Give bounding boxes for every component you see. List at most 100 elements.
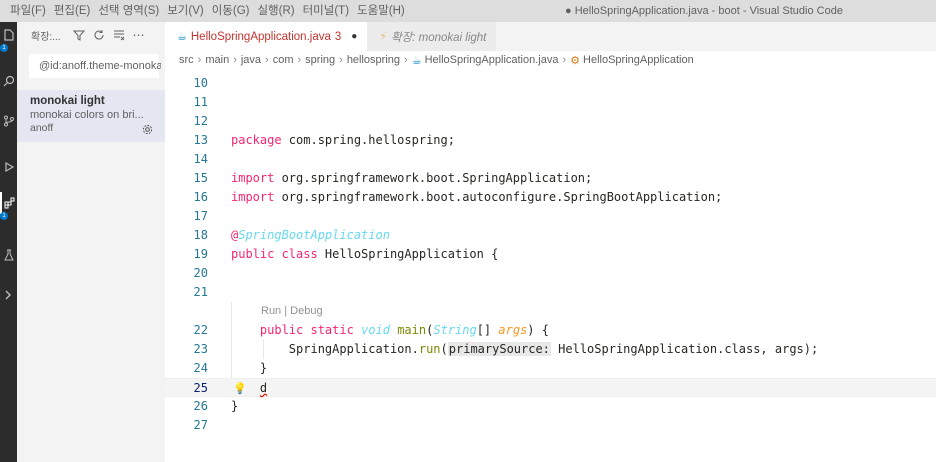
import-path: org.springframework.boot.autoconfigure.S… <box>274 190 723 204</box>
chevron-right-icon: › <box>233 54 237 66</box>
filter-icon[interactable] <box>72 29 85 41</box>
line-number: 18 <box>193 228 208 242</box>
code-line: 23 SpringApplication.run(primarySource: … <box>165 340 936 359</box>
menu-go[interactable]: 이동(G) <box>208 0 254 22</box>
gear-icon[interactable] <box>142 124 153 138</box>
line-number: 22 <box>193 323 208 337</box>
punctuation: ) { <box>527 323 549 337</box>
tab-extension-monokai-light[interactable]: ⚡ 확장: monokai light <box>367 22 497 51</box>
source-control-icon[interactable] <box>0 110 17 132</box>
tab-label: HelloSpringApplication.java <box>190 30 331 43</box>
type-name: String <box>433 323 477 337</box>
chevron-right-icon: › <box>297 54 302 66</box>
code-line: 18 @SpringBootApplication <box>165 226 936 245</box>
keyword: public static <box>259 323 354 337</box>
codelens-line: Run | Debug <box>165 303 936 319</box>
testing-icon[interactable] <box>0 244 17 266</box>
breadcrumb-class[interactable]: HelloSpringApplication <box>583 54 694 66</box>
run-debug-codelens[interactable]: Run | Debug <box>261 303 323 319</box>
chevron-right-icon: › <box>562 54 567 66</box>
line-number: 14 <box>193 152 208 166</box>
code-line: 15 import org.springframework.boot.Spring… <box>165 169 936 188</box>
chevron-right-icon: › <box>197 54 202 66</box>
keyword-void: void <box>361 323 390 337</box>
chevron-right-icon: › <box>404 54 408 66</box>
menu-edit[interactable]: 편집(E) <box>50 0 95 22</box>
explorer-badge: 1 <box>0 44 8 52</box>
method-name: main <box>397 323 427 337</box>
breadcrumb-spring[interactable]: spring <box>305 54 335 66</box>
clear-results-icon[interactable] <box>113 29 125 41</box>
call-arguments: HelloSpringApplication.class, args); <box>550 342 819 356</box>
menu-run[interactable]: 실행(R) <box>253 0 298 22</box>
class-reference: SpringApplication. <box>288 342 419 356</box>
line-number: 23 <box>193 342 208 356</box>
package-name: com.spring.hellospring; <box>281 133 455 147</box>
remote-explorer-icon[interactable] <box>0 284 17 306</box>
extensions-icon[interactable] <box>0 192 17 214</box>
extension-name: monokai light <box>30 95 105 107</box>
refresh-icon[interactable] <box>93 29 105 41</box>
extensions-search-box[interactable] <box>29 54 161 78</box>
error-token: d <box>259 381 268 395</box>
tab-label: 확장: monokai light <box>391 31 487 44</box>
search-icon[interactable] <box>0 70 17 92</box>
parameter-name: args <box>498 323 528 337</box>
extension-icon: ⚡ <box>379 31 388 43</box>
menu-file[interactable]: 파일(F) <box>6 0 50 22</box>
line-number: 17 <box>193 209 208 223</box>
breadcrumb-hellospring[interactable]: hellospring <box>347 54 400 66</box>
line-number: 15 <box>193 171 208 185</box>
code-line: 11 <box>165 93 936 112</box>
menu-view[interactable]: 보기(V) <box>163 0 208 22</box>
code-line: 12 <box>165 112 936 131</box>
chevron-right-icon: › <box>265 54 269 66</box>
unsaved-dot-icon[interactable]: ● <box>351 31 357 42</box>
line-number: 12 <box>193 114 208 128</box>
run-debug-icon[interactable] <box>0 156 17 178</box>
extension-list-item[interactable]: monokai light monokai colors on bri... a… <box>17 90 165 142</box>
menu-bar: 파일(F) 편집(E) 선택 영역(S) 보기(V) 이동(G) 실행(R) 터… <box>0 0 409 22</box>
code-line: 13 package com.spring.hellospring; <box>165 131 936 150</box>
breadcrumb-src[interactable]: src <box>179 54 194 66</box>
keyword: import <box>231 190 275 204</box>
class-symbol-icon: ⚙ <box>570 54 581 67</box>
breadcrumb-java[interactable]: java <box>241 54 261 66</box>
extensions-sidebar: 확장:... ⋯ monokai light monokai colors on… <box>17 22 165 462</box>
menu-help[interactable]: 도움말(H) <box>353 0 409 22</box>
code-line: 17 <box>165 207 936 226</box>
editor-tabs: ☕ HelloSpringApplication.java 3 ● ⚡ 확장: … <box>165 22 936 51</box>
keyword: package <box>231 133 282 147</box>
code-line: 20 <box>165 264 936 283</box>
java-file-icon: ☕ <box>411 54 422 67</box>
explorer-icon[interactable] <box>0 24 17 46</box>
punctuation: ( <box>440 342 448 356</box>
code-line: 27 <box>165 416 936 435</box>
chevron-right-icon: › <box>339 54 343 66</box>
java-file-icon: ☕ <box>177 31 187 43</box>
breadcrumb-main[interactable]: main <box>205 54 229 66</box>
breadcrumb-com[interactable]: com <box>273 54 294 66</box>
line-number: 11 <box>193 95 208 109</box>
parameter-inlay-hint: primarySource: <box>447 342 551 356</box>
breadcrumb-file[interactable]: HelloSpringApplication.java <box>425 54 559 66</box>
menu-terminal[interactable]: 터미널(T) <box>299 0 353 22</box>
more-actions-icon[interactable]: ⋯ <box>133 28 145 42</box>
activity-bar: 1 1 <box>0 22 17 462</box>
extension-description: monokai colors on bri... <box>30 109 144 121</box>
keyword: public class <box>231 247 318 261</box>
line-number: 21 <box>193 285 208 299</box>
line-number: 27 <box>193 418 208 432</box>
current-code-line: 25 💡 d <box>165 378 936 397</box>
tab-hellospringapplication[interactable]: ☕ HelloSpringApplication.java 3 ● <box>165 22 368 51</box>
extensions-badge: 1 <box>0 212 8 220</box>
code-line: 10 <box>165 74 936 93</box>
line-number: 10 <box>193 76 208 90</box>
window-title: ● HelloSpringApplication.java - boot - V… <box>565 5 843 17</box>
line-number: 13 <box>193 133 208 147</box>
code-line: 22 public static void main(String[] args… <box>165 321 936 340</box>
closing-brace: } <box>231 399 239 413</box>
tab-problem-count: 3 <box>334 30 342 43</box>
extensions-search-input[interactable] <box>39 60 161 72</box>
menu-selection[interactable]: 선택 영역(S) <box>94 0 163 22</box>
